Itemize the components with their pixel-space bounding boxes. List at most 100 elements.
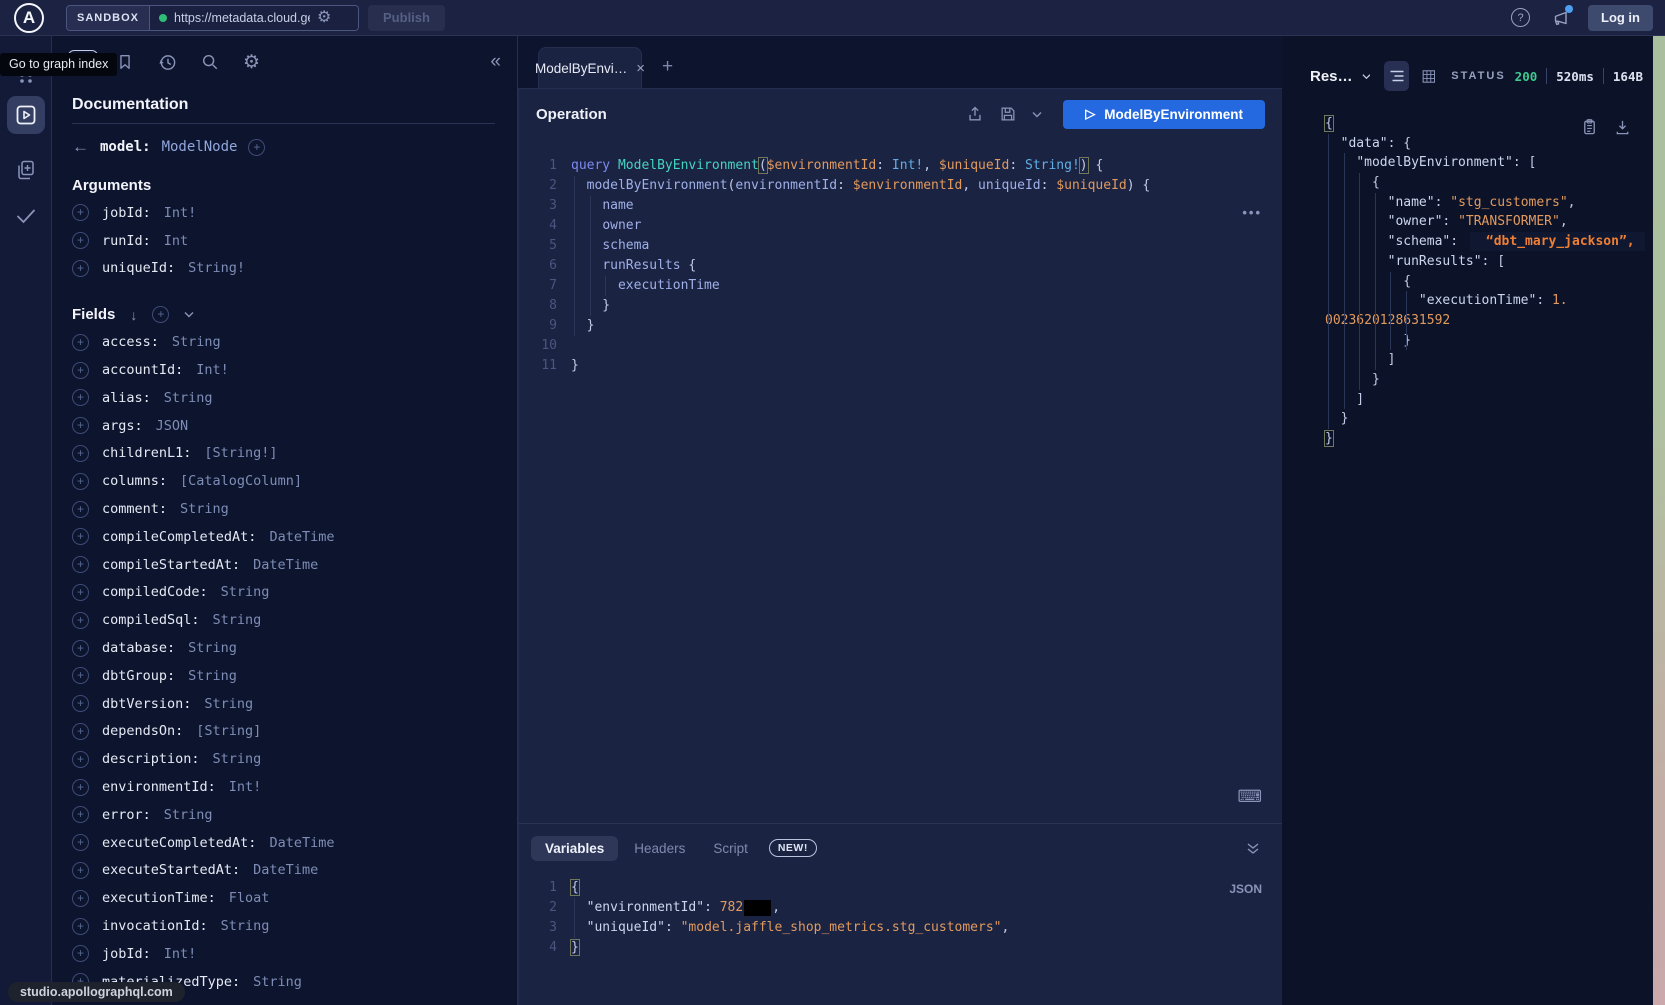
field-type[interactable]: String	[172, 334, 221, 350]
field-type[interactable]: Int	[164, 233, 188, 249]
code-line[interactable]: 3 "uniqueId": "model.jaffle_shop_metrics…	[519, 918, 1282, 938]
field-row[interactable]: +executionTime: Float	[72, 884, 495, 912]
field-row[interactable]: +environmentId: Int!	[72, 773, 495, 801]
fields-chevron-down-icon[interactable]	[184, 311, 194, 318]
field-row[interactable]: +jobId: Int!	[72, 940, 495, 968]
keyboard-shortcuts-icon[interactable]: ⌨	[1237, 787, 1262, 807]
variables-editor[interactable]: 1{2 "environmentId": 782,3 "uniqueId": "…	[519, 872, 1282, 958]
add-field-button[interactable]: +	[72, 501, 89, 518]
add-field-button[interactable]: +	[72, 779, 89, 796]
argument-row[interactable]: +uniqueId: String!	[72, 255, 495, 283]
field-row[interactable]: +compileCompletedAt: DateTime	[72, 523, 495, 551]
field-row[interactable]: +dbtVersion: String	[72, 690, 495, 718]
endpoint-url-input[interactable]: https://metadata.cloud.get	[174, 11, 310, 25]
field-row[interactable]: +dbtGroup: String	[72, 662, 495, 690]
field-row[interactable]: +error: String	[72, 801, 495, 829]
field-type[interactable]: DateTime	[269, 529, 334, 545]
code-line[interactable]: ]	[1325, 390, 1653, 410]
add-field-button[interactable]: +	[72, 695, 89, 712]
download-response-icon[interactable]	[1614, 118, 1631, 136]
nav-schema-button[interactable]	[14, 158, 38, 182]
login-button[interactable]: Log in	[1588, 5, 1653, 31]
settings-gear-icon[interactable]: ⚙	[243, 51, 260, 74]
field-row[interactable]: +childrenL1: [String!]	[72, 440, 495, 468]
code-line[interactable]: 4}	[519, 938, 1282, 958]
add-field-button[interactable]: +	[72, 556, 89, 573]
field-type[interactable]: DateTime	[253, 862, 318, 878]
tab-script[interactable]: Script	[701, 836, 760, 861]
argument-row[interactable]: +runId: Int	[72, 227, 495, 255]
add-field-button[interactable]: +	[72, 667, 89, 684]
field-row[interactable]: +columns: [CatalogColumn]	[72, 467, 495, 495]
field-type[interactable]: String	[213, 612, 262, 628]
add-field-button[interactable]: +	[72, 473, 89, 490]
add-model-field-button[interactable]: +	[248, 139, 265, 156]
field-row[interactable]: +dependsOn: [String]	[72, 718, 495, 746]
field-type[interactable]: String	[204, 696, 253, 712]
field-type[interactable]: String	[188, 640, 237, 656]
code-line[interactable]: 1{	[519, 878, 1282, 898]
nav-explorer-button[interactable]	[7, 96, 45, 134]
field-type[interactable]: String!	[188, 260, 245, 276]
add-field-button[interactable]: +	[72, 723, 89, 740]
endpoint-settings-gear-icon[interactable]: ⚙	[317, 10, 331, 26]
share-icon[interactable]	[966, 105, 984, 123]
field-type[interactable]: DateTime	[253, 557, 318, 573]
code-line[interactable]: 2 modelByEnvironment(environmentId: $env…	[519, 176, 1282, 196]
save-icon[interactable]	[999, 105, 1017, 123]
search-icon[interactable]	[201, 53, 219, 71]
code-line[interactable]: 9 }	[519, 316, 1282, 336]
add-field-button[interactable]: +	[72, 445, 89, 462]
code-line[interactable]: }	[1325, 429, 1653, 449]
field-row[interactable]: +compileStartedAt: DateTime	[72, 551, 495, 579]
field-row[interactable]: +executeStartedAt: DateTime	[72, 857, 495, 885]
add-field-button[interactable]: +	[72, 806, 89, 823]
add-all-fields-button[interactable]: +	[152, 306, 169, 323]
announcements-button[interactable]	[1550, 8, 1570, 28]
code-line[interactable]: "data": {	[1325, 134, 1653, 154]
field-type[interactable]: String	[221, 584, 270, 600]
add-field-button[interactable]: +	[72, 260, 89, 277]
add-field-button[interactable]: +	[72, 612, 89, 629]
bookmark-icon[interactable]	[116, 53, 134, 71]
add-field-button[interactable]: +	[72, 584, 89, 601]
add-field-button[interactable]: +	[72, 417, 89, 434]
code-line[interactable]: 1query ModelByEnvironment($environmentId…	[519, 156, 1282, 176]
field-type[interactable]: Int!	[164, 205, 197, 221]
code-line[interactable]: }	[1325, 409, 1653, 429]
code-line[interactable]: 7 executionTime	[519, 276, 1282, 296]
apollo-logo[interactable]: A	[14, 3, 44, 33]
new-tab-button[interactable]: +	[662, 56, 673, 78]
table-view-icon[interactable]	[1422, 68, 1436, 85]
tab-model-by-environment[interactable]: ModelByEnvi… ×	[538, 47, 642, 88]
field-type[interactable]: Int!	[164, 946, 197, 962]
model-type-link[interactable]: ModelNode	[162, 139, 238, 155]
field-row[interactable]: +invocationId: String	[72, 912, 495, 940]
field-type[interactable]: String	[213, 751, 262, 767]
add-field-button[interactable]: +	[72, 204, 89, 221]
code-line[interactable]: 3 name	[519, 196, 1282, 216]
copy-response-icon[interactable]	[1581, 118, 1598, 136]
tab-headers[interactable]: Headers	[622, 836, 697, 861]
add-field-button[interactable]: +	[72, 334, 89, 351]
add-field-button[interactable]: +	[72, 834, 89, 851]
graphql-editor[interactable]: ••• ⌨ 1query ModelByEnvironment($environ…	[519, 139, 1282, 823]
field-type[interactable]: [String]	[196, 723, 261, 739]
endpoint-url-box[interactable]: https://metadata.cloud.get ⚙	[150, 6, 358, 30]
code-line[interactable]: 6 runResults {	[519, 256, 1282, 276]
field-type[interactable]: String	[164, 807, 213, 823]
field-type[interactable]: JSON	[156, 418, 189, 434]
response-dropdown-chevron-icon[interactable]	[1362, 73, 1371, 80]
save-options-chevron-icon[interactable]	[1032, 111, 1042, 118]
field-row[interactable]: +description: String	[72, 745, 495, 773]
close-tab-icon[interactable]: ×	[636, 60, 645, 77]
field-type[interactable]: Float	[229, 890, 270, 906]
add-field-button[interactable]: +	[72, 389, 89, 406]
field-row[interactable]: +database: String	[72, 634, 495, 662]
tab-variables[interactable]: Variables	[531, 836, 618, 861]
nav-checks-button[interactable]	[14, 206, 38, 226]
response-title[interactable]: Res…	[1310, 68, 1353, 85]
code-line[interactable]: 11}	[519, 356, 1282, 376]
code-line[interactable]: }	[1325, 370, 1653, 390]
field-row[interactable]: +access: String	[72, 328, 495, 356]
